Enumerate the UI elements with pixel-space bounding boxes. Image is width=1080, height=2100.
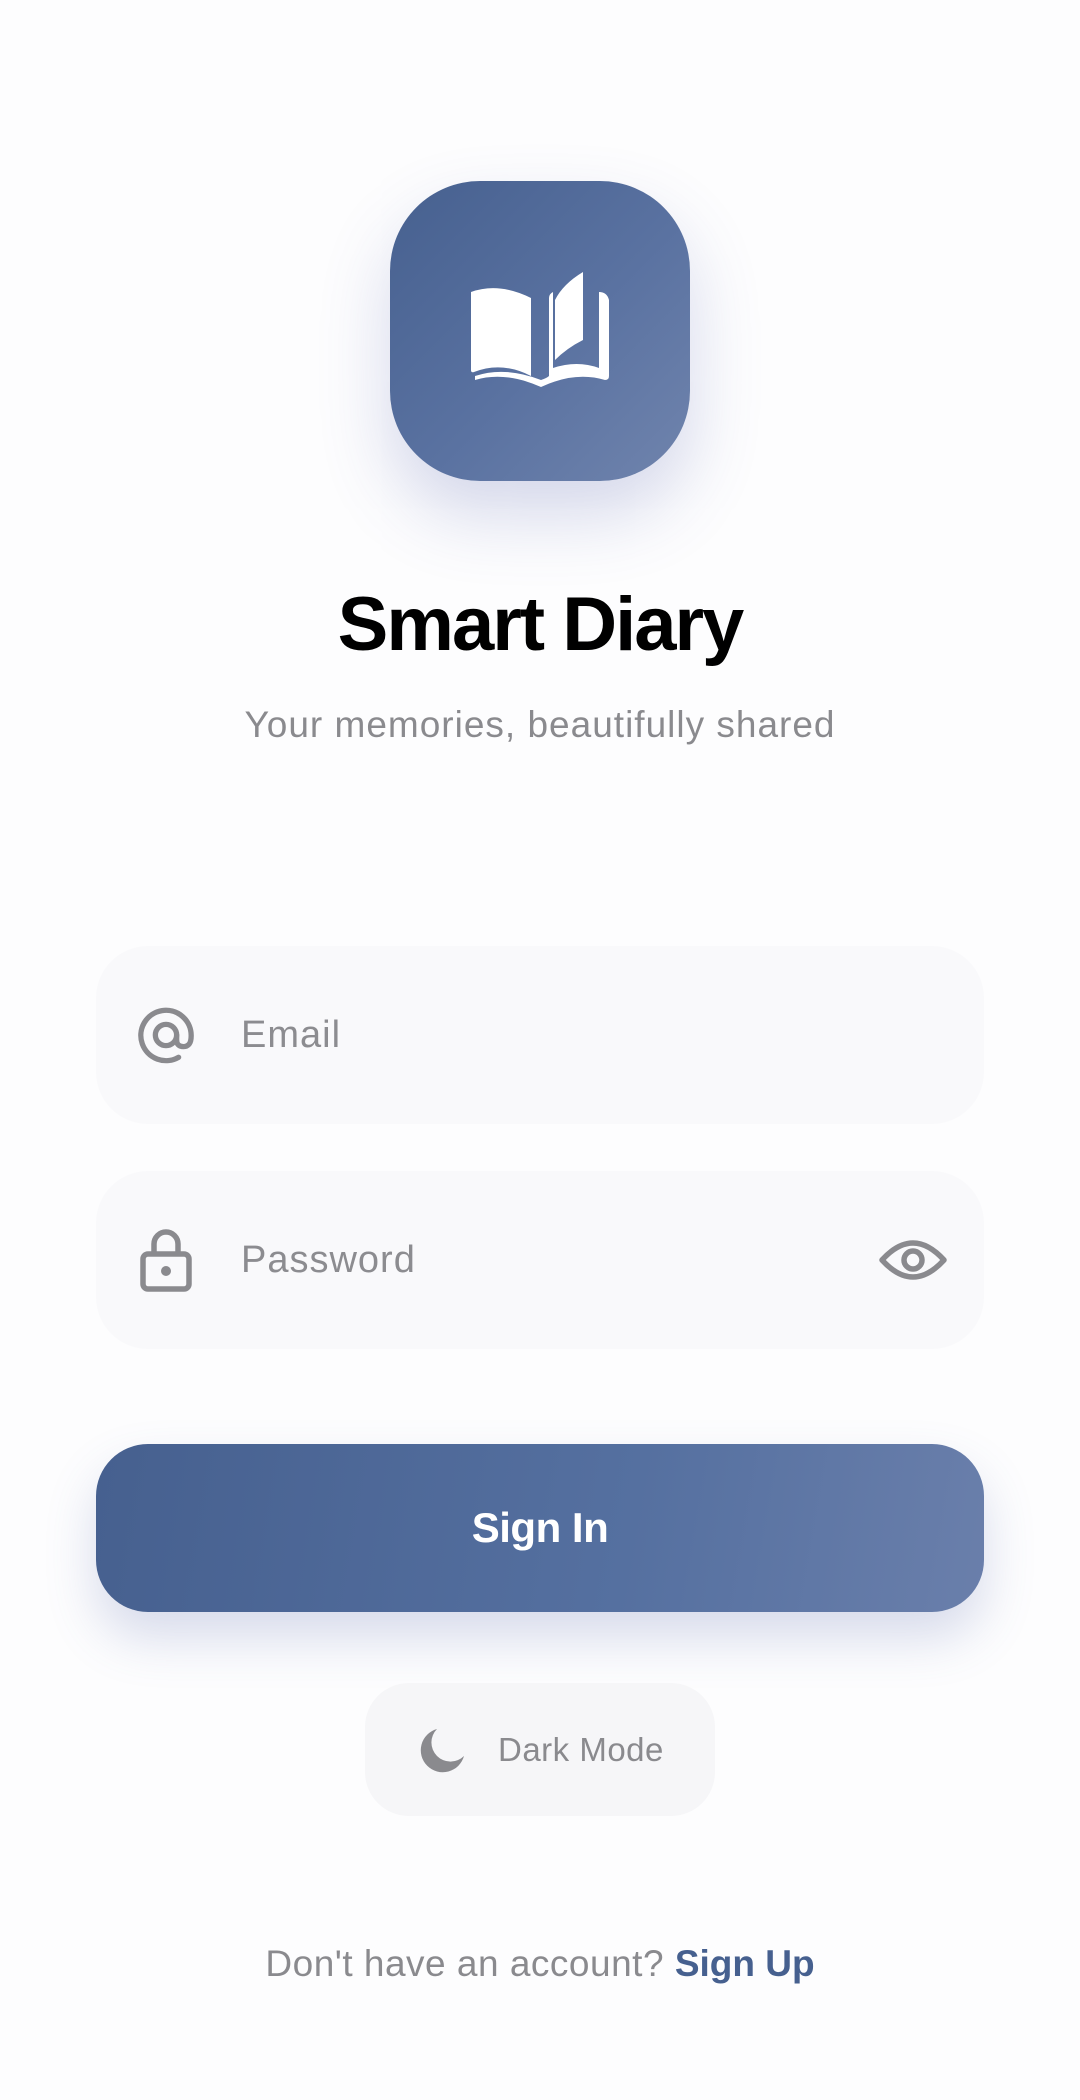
dark-mode-toggle[interactable]: Dark Mode (365, 1683, 715, 1816)
lock-icon (136, 1229, 196, 1292)
dark-mode-label: Dark Mode (498, 1731, 664, 1768)
email-field[interactable] (96, 946, 984, 1124)
signup-prompt-text: Don't have an account? (265, 1943, 665, 1984)
app-title: Smart Diary (337, 582, 745, 667)
app-subtitle: Your memories, beautifully shared (244, 704, 836, 745)
password-input[interactable] (241, 1171, 841, 1349)
sign-in-button[interactable]: Sign In (96, 1444, 984, 1612)
password-field[interactable] (96, 1171, 984, 1349)
signup-prompt: Don't have an account? Sign Up (0, 1942, 1080, 1986)
moon-icon (417, 1726, 467, 1776)
eye-icon[interactable] (878, 1227, 948, 1293)
at-sign-icon (136, 1005, 196, 1065)
open-book-icon (471, 272, 609, 387)
app-logo (390, 181, 690, 481)
sign-up-link[interactable]: Sign Up (675, 1943, 815, 1984)
email-input[interactable] (241, 946, 841, 1124)
